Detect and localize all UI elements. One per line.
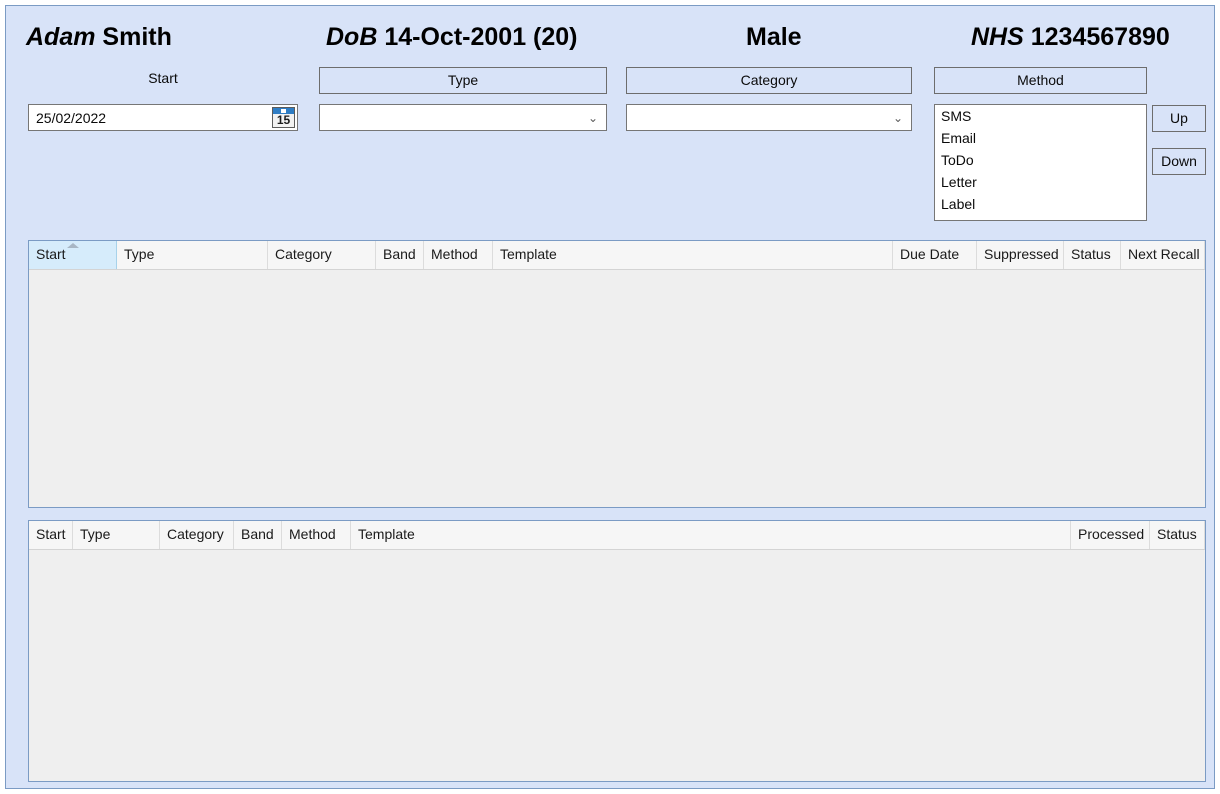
nhs-value: 1234567890 bbox=[1030, 23, 1170, 51]
column-header-label: Method bbox=[289, 526, 336, 542]
start-caption: Start bbox=[148, 70, 178, 86]
move-up-button[interactable]: Up bbox=[1152, 105, 1206, 132]
column-header-label: Type bbox=[80, 526, 111, 542]
patient-dob: DoB 14-Oct-2001 (20) bbox=[326, 25, 578, 50]
sort-ascending-icon bbox=[67, 243, 79, 248]
patient-surname: Smith bbox=[102, 23, 172, 51]
processed-recalls-grid-header[interactable]: Start Type Category Band Method Template Proce… bbox=[29, 521, 1205, 550]
dob-value: 14-Oct-2001 (20) bbox=[384, 23, 578, 51]
column-header-label: Type bbox=[124, 246, 155, 262]
column-header[interactable]: Processed bbox=[1071, 521, 1150, 549]
column-header-label: Band bbox=[383, 246, 416, 262]
method-option[interactable]: Letter bbox=[935, 171, 1146, 193]
column-header-label: Start bbox=[36, 246, 66, 262]
dob-label: DoB bbox=[326, 23, 378, 51]
column-header[interactable]: Category bbox=[268, 241, 376, 269]
column-header[interactable]: Start bbox=[29, 241, 117, 269]
column-header[interactable]: Method bbox=[424, 241, 493, 269]
processed-recalls-grid[interactable]: Start Type Category Band Method Template Proce… bbox=[28, 520, 1206, 782]
type-dropdown[interactable]: ⌄ bbox=[319, 104, 607, 131]
column-header[interactable]: Template bbox=[351, 521, 1071, 549]
method-option[interactable]: SMS bbox=[935, 105, 1146, 127]
column-header-label: Next Recall bbox=[1128, 246, 1200, 262]
column-header[interactable]: Start bbox=[29, 521, 73, 549]
column-header-label: Start bbox=[36, 526, 66, 542]
start-date-value: 25/02/2022 bbox=[36, 110, 107, 126]
patient-first-name: Adam bbox=[26, 23, 96, 51]
processed-recalls-grid-body[interactable] bbox=[29, 550, 1205, 781]
patient-name: Adam Smith bbox=[26, 25, 172, 50]
column-header-label: Due Date bbox=[900, 246, 960, 262]
column-header[interactable]: Next Recall bbox=[1121, 241, 1205, 269]
column-header-label: Processed bbox=[1078, 526, 1145, 542]
method-option[interactable]: ToDo bbox=[935, 149, 1146, 171]
column-header[interactable]: Band bbox=[234, 521, 282, 549]
method-option[interactable]: Label bbox=[935, 193, 1146, 215]
nhs-label: NHS bbox=[971, 23, 1024, 51]
column-header[interactable]: Template bbox=[493, 241, 893, 269]
pending-recalls-grid-body[interactable] bbox=[29, 270, 1205, 507]
patient-nhs: NHS 1234567890 bbox=[971, 25, 1170, 50]
move-down-button[interactable]: Down bbox=[1152, 148, 1206, 175]
column-header[interactable]: Status bbox=[1150, 521, 1205, 549]
start-date-input[interactable]: 25/02/2022 15 bbox=[28, 104, 298, 131]
calendar-icon[interactable]: 15 bbox=[272, 107, 295, 128]
column-header[interactable]: Category bbox=[160, 521, 234, 549]
type-caption: Type bbox=[319, 67, 607, 94]
patient-banner: Adam Smith DoB 14-Oct-2001 (20) Male NHS… bbox=[6, 6, 1214, 58]
column-header-label: Category bbox=[275, 246, 332, 262]
category-caption: Category bbox=[626, 67, 912, 94]
method-option[interactable]: Email bbox=[935, 127, 1146, 149]
category-dropdown[interactable]: ⌄ bbox=[626, 104, 912, 131]
column-header-label: Template bbox=[358, 526, 415, 542]
method-listbox[interactable]: SMS Email ToDo Letter Label bbox=[934, 104, 1147, 221]
column-header[interactable]: Type bbox=[73, 521, 160, 549]
column-header-label: Status bbox=[1071, 246, 1111, 262]
column-header-label: Status bbox=[1157, 526, 1197, 542]
column-header-label: Suppressed bbox=[984, 246, 1059, 262]
pending-recalls-grid[interactable]: Start Type Category Band Method Template Due D… bbox=[28, 240, 1206, 508]
column-header-label: Template bbox=[500, 246, 557, 262]
chevron-down-icon: ⌄ bbox=[892, 111, 903, 125]
column-header[interactable]: Suppressed bbox=[977, 241, 1064, 269]
column-header[interactable]: Band bbox=[376, 241, 424, 269]
calendar-icon-day: 15 bbox=[276, 113, 291, 127]
chevron-down-icon: ⌄ bbox=[587, 111, 598, 125]
column-header[interactable]: Type bbox=[117, 241, 268, 269]
column-header[interactable]: Due Date bbox=[893, 241, 977, 269]
column-header[interactable]: Method bbox=[282, 521, 351, 549]
column-header-label: Method bbox=[431, 246, 478, 262]
column-header-label: Category bbox=[167, 526, 224, 542]
patient-sex: Male bbox=[746, 23, 802, 51]
column-header[interactable]: Status bbox=[1064, 241, 1121, 269]
recall-management-window: Adam Smith DoB 14-Oct-2001 (20) Male NHS… bbox=[5, 5, 1215, 789]
pending-recalls-grid-header[interactable]: Start Type Category Band Method Template Due D… bbox=[29, 241, 1205, 270]
method-caption: Method bbox=[934, 67, 1147, 94]
column-header-label: Band bbox=[241, 526, 274, 542]
